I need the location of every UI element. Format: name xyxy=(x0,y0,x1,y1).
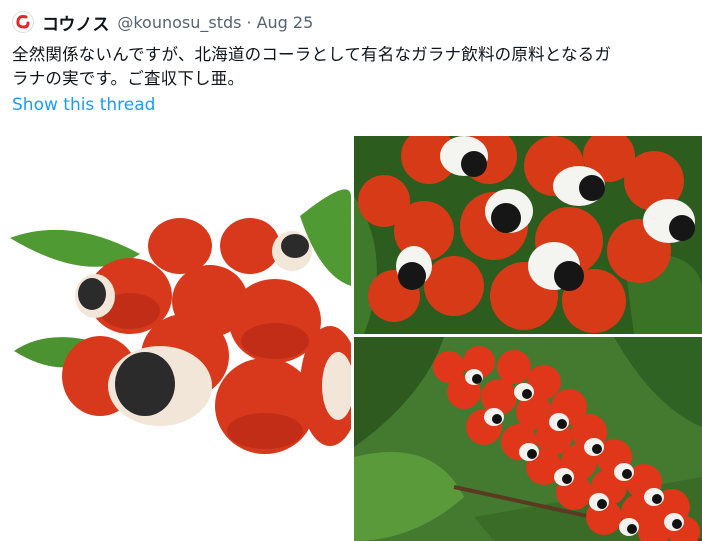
hook-logo-icon xyxy=(16,15,30,29)
tweet-header: コウノス @kounosu_stds · Aug 25 xyxy=(12,10,314,35)
tweet-text-line: 全然関係ないんですが、北海道のコーラとして有名なガラナ飲料の原料となるガ xyxy=(12,45,612,64)
avatar[interactable] xyxy=(12,11,34,33)
guarana-photo-top-right[interactable] xyxy=(354,136,702,334)
tweet-date[interactable]: Aug 25 xyxy=(257,13,314,32)
guarana-photo-left[interactable] xyxy=(0,136,351,541)
tweet-text: 全然関係ないんですが、北海道のコーラとして有名なガラナ飲料の原料となるガ ラナの… xyxy=(12,43,692,91)
separator-dot: · xyxy=(246,12,252,32)
display-name[interactable]: コウノス xyxy=(42,10,109,35)
user-handle[interactable]: @kounosu_stds xyxy=(117,13,241,32)
tweet-text-line: ラナの実です。ご査収下し亜。 xyxy=(12,69,245,88)
media-grid xyxy=(0,136,702,541)
show-thread-link[interactable]: Show this thread xyxy=(12,95,155,115)
guarana-photo-bottom-right[interactable] xyxy=(354,337,702,541)
